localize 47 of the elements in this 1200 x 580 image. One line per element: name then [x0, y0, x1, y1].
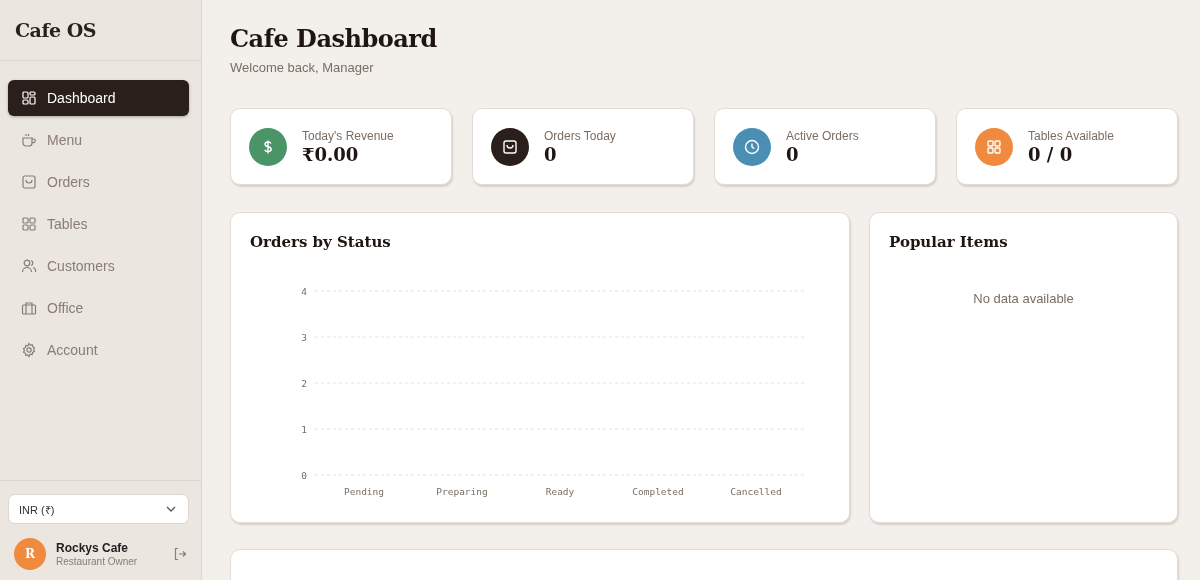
coffee-cup-icon — [21, 132, 37, 148]
card-title: Orders by Status — [250, 233, 392, 251]
nav-item[interactable]: Tables — [8, 206, 189, 242]
axis-category-label: Ready — [545, 486, 575, 497]
avatar: R — [14, 538, 46, 570]
axis-category-label: Pending — [344, 486, 384, 497]
stat-label: Today's Revenue — [302, 128, 394, 143]
stat-value: ₹0.00 — [302, 143, 360, 165]
nav-item[interactable]: Dashboard — [8, 80, 189, 116]
grid-icon — [985, 137, 1003, 156]
page-title: Cafe Dashboard — [230, 24, 438, 53]
axis-category-label: Completed — [632, 486, 684, 497]
stat-label: Active Orders — [786, 128, 859, 143]
stat-value: 0 — [786, 143, 800, 165]
chevron-down-icon — [166, 506, 176, 512]
users-icon — [21, 258, 37, 274]
nav-item[interactable]: Orders — [8, 164, 189, 200]
shopping-bag-icon — [21, 174, 37, 190]
clock-icon — [743, 137, 761, 156]
nav-item[interactable]: Menu — [8, 122, 189, 158]
shopping-bag-icon — [501, 137, 519, 156]
axis-category-label: Preparing — [436, 486, 488, 497]
stat-value: 0 / 0 — [1028, 143, 1074, 165]
nav-item[interactable]: Account — [8, 332, 189, 368]
settings-icon — [21, 342, 37, 358]
axis-tick-label: 4 — [301, 286, 307, 297]
nav-item[interactable]: Customers — [8, 248, 189, 284]
user-role: Restaurant Owner — [56, 556, 139, 567]
currency-select[interactable]: INR (₹) — [8, 494, 189, 524]
stat-value: 0 — [544, 143, 558, 165]
axis-tick-label: 2 — [301, 378, 307, 389]
page-subtitle: Welcome back, Manager — [230, 60, 375, 75]
grid-icon — [21, 90, 37, 106]
briefcase-icon — [21, 300, 37, 316]
axis-category-label: Cancelled — [730, 486, 782, 497]
nav-item[interactable]: Office — [8, 290, 189, 326]
card-title: Popular Items — [889, 233, 1009, 251]
axis-tick-label: 1 — [301, 424, 307, 435]
logout-icon[interactable] — [173, 547, 187, 561]
stat-label: Tables Available — [1028, 128, 1114, 143]
grid-icon — [21, 216, 37, 232]
axis-tick-label: 3 — [301, 332, 307, 343]
stat-label: Orders Today — [544, 128, 616, 143]
app-logo-text: Cafe OS — [15, 19, 97, 41]
axis-tick-label: 0 — [301, 470, 307, 481]
empty-message: No data available — [972, 291, 1075, 306]
user-name: Rockys Cafe — [56, 541, 130, 555]
